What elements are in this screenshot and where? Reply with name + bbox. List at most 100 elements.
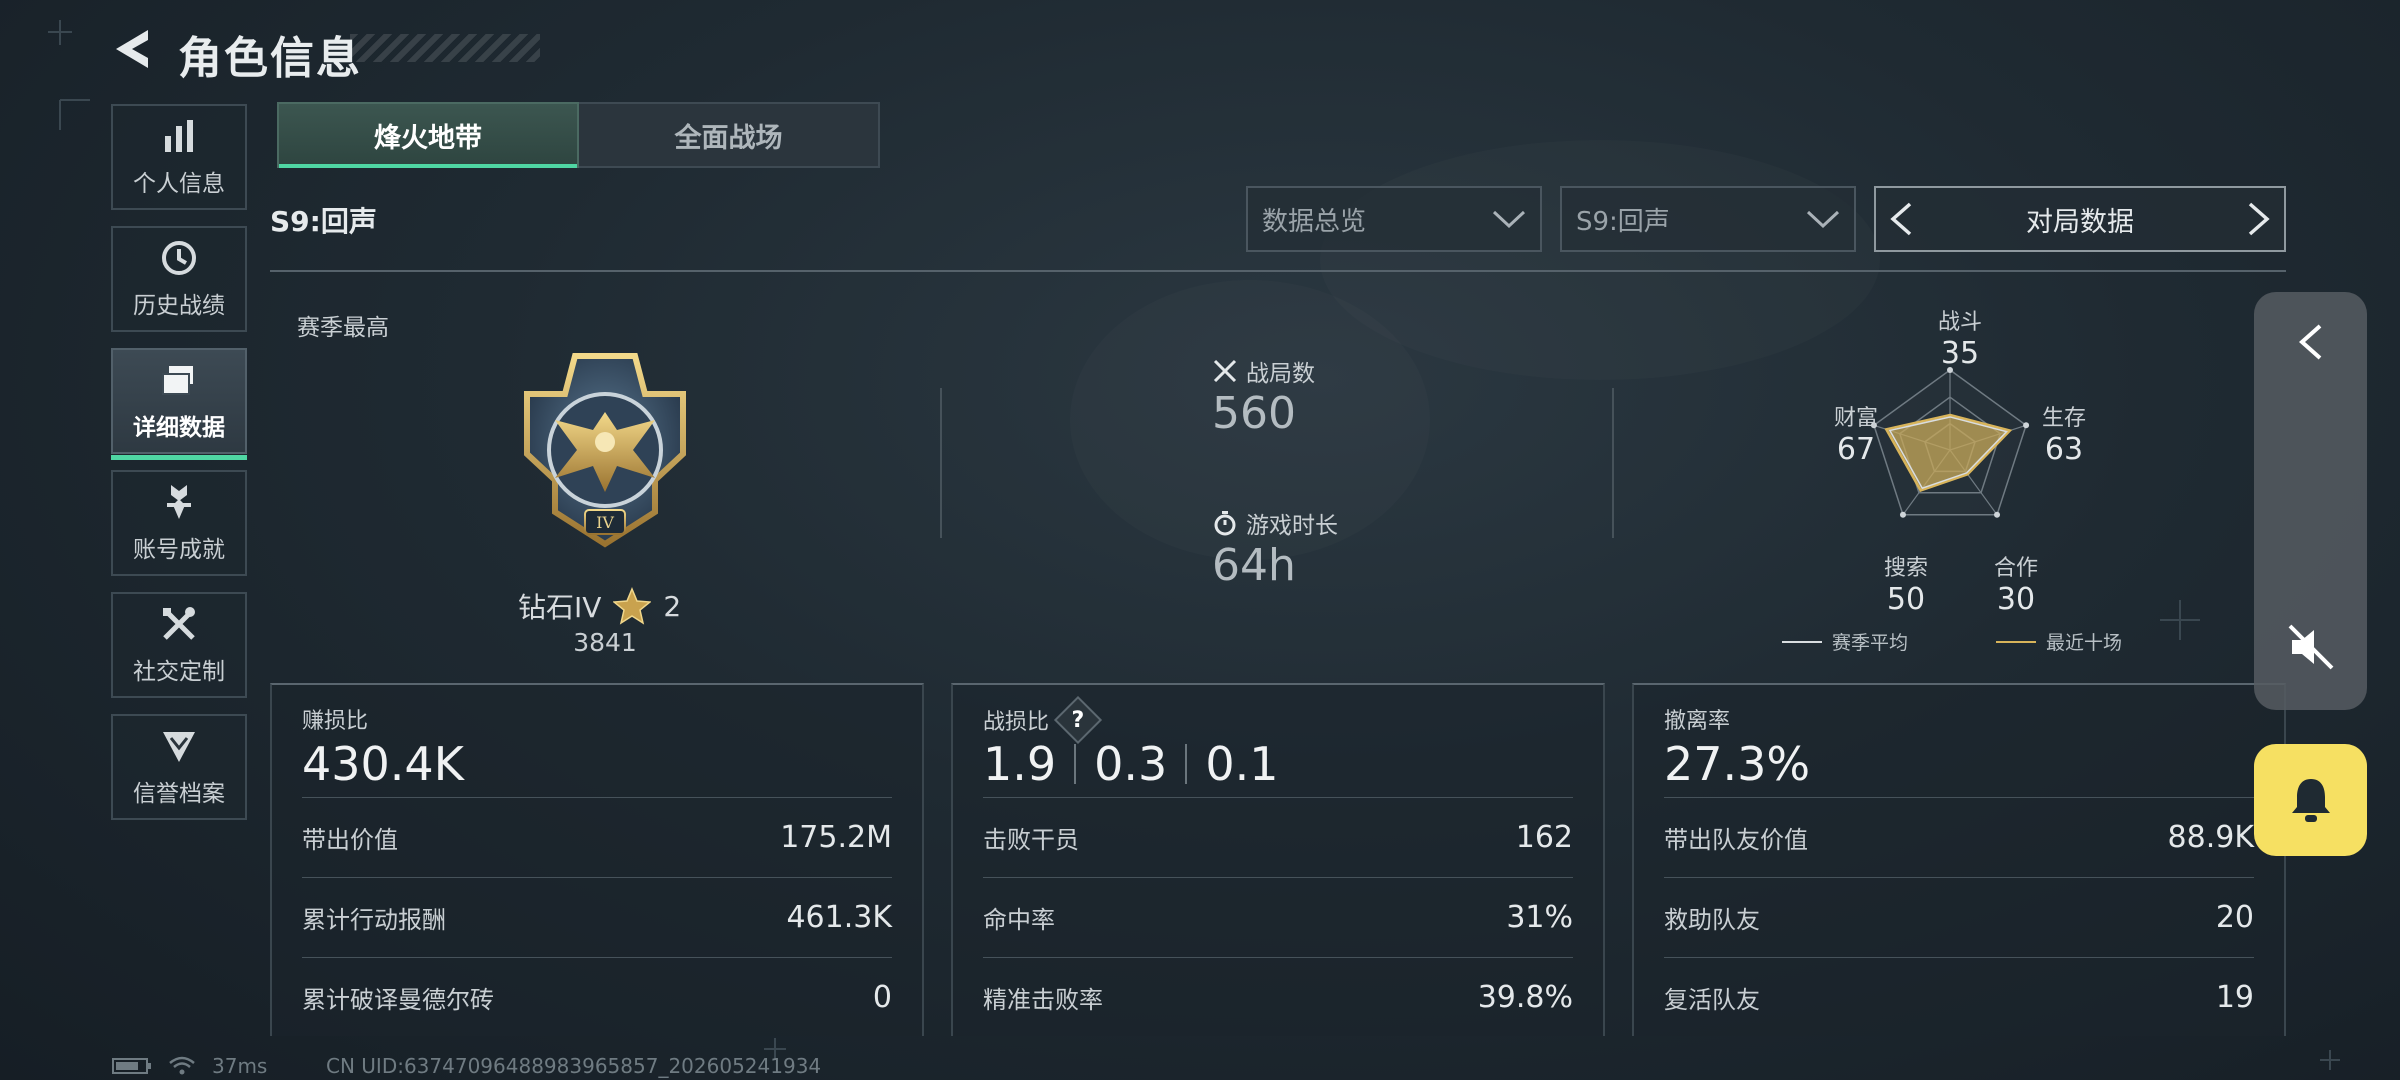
row-value: 461.3K (786, 900, 892, 935)
chevron-left-icon[interactable] (1888, 201, 1914, 237)
table-row: 命中率 31% (983, 877, 1573, 957)
dropdown-value: S9:回声 (1576, 206, 1670, 237)
radar-chart: 战斗 35 生存 63 合作 30 搜索 50 财富 67 (1780, 300, 2140, 620)
star-icon (613, 587, 652, 625)
radar-vertex-dot (2023, 422, 2030, 429)
row-value: 0 (872, 980, 892, 1015)
panel-title-group: 战损比 ? (983, 695, 1103, 745)
table-row: 击败干员 162 (983, 797, 1573, 877)
legend-label: 赛季平均 (1832, 632, 1909, 654)
back-arrow-icon (116, 30, 148, 68)
legend-label: 最近十场 (2046, 632, 2123, 654)
playtime-value: 64h (1212, 540, 1296, 591)
svg-text:IV: IV (596, 513, 614, 532)
page-title: 角色信息 (178, 33, 362, 84)
legend-swatch (1782, 640, 1822, 643)
radar-label-cooperation: 合作 (1993, 556, 2038, 581)
bar-chart-icon (165, 120, 193, 152)
radar-value-combat: 35 (1940, 336, 1980, 371)
table-row: 精准击败率 39.8% (983, 957, 1573, 1037)
radar-value-wealth: 67 (1836, 432, 1876, 467)
chevron-down-icon (1806, 210, 1840, 229)
bell-icon (2291, 779, 2330, 822)
radar-vertex-dot (1994, 511, 2001, 518)
radar-vertex-dot (1899, 511, 1906, 518)
row-key: 复活队友 (1664, 986, 1760, 1014)
battery-icon (112, 1058, 151, 1074)
table-row: 累计行动报酬 461.3K (302, 877, 892, 957)
panel-title: 战损比 (983, 710, 1050, 735)
row-key: 带出队友价值 (1664, 826, 1808, 854)
sidebar-item-label: 详细数据 (133, 415, 225, 441)
table-row: 带出价值 175.2M (302, 797, 892, 877)
mute-speaker-icon[interactable] (2286, 622, 2336, 672)
sidebar-item-social-custom[interactable]: 社交定制 (111, 592, 247, 698)
sidebar-item-credit-record[interactable]: 信誉档案 (111, 714, 247, 820)
rank-score: 3841 (573, 628, 637, 657)
value-separator (1185, 744, 1188, 784)
row-key: 累计破译曼德尔砖 (302, 986, 494, 1014)
notification-button[interactable] (2254, 744, 2367, 856)
kd-value-2: 0.3 (1094, 737, 1168, 791)
table-row: 复活队友 19 (1664, 957, 2254, 1037)
rank-stars: 2 (663, 589, 682, 623)
season-best-label: 赛季最高 (297, 315, 389, 341)
row-value: 19 (2215, 980, 2254, 1015)
playtime-label: 游戏时长 (1246, 513, 1338, 539)
panel-title: 撤离率 (1664, 709, 1731, 734)
rank-info: 钻石IV 2 (518, 586, 681, 626)
row-key: 累计行动报酬 (302, 906, 446, 934)
chevron-right-icon[interactable] (2246, 201, 2272, 237)
panel-big-value: 27.3% (1664, 737, 1811, 791)
matches-label: 战局数 (1246, 361, 1315, 387)
sidebar-item-label: 个人信息 (133, 171, 225, 197)
radar-value-search: 50 (1886, 582, 1926, 617)
crossed-swords-icon (1213, 359, 1237, 383)
wifi-icon (169, 1056, 195, 1075)
title-stripe-decoration (350, 34, 540, 62)
rank-name: 钻石IV (518, 591, 602, 624)
tools-icon (163, 607, 195, 640)
table-row: 累计破译曼德尔砖 0 (302, 957, 892, 1037)
medal-icon (167, 485, 191, 519)
sidebar-item-personal-info[interactable]: 个人信息 (111, 104, 247, 210)
radar-label-wealth: 财富 (1833, 406, 1878, 431)
extract-panel: 撤离率 27.3% 带出队友价值 88.9K 救助队友 20 复活队友 19 (1632, 683, 2286, 1036)
row-key: 救助队友 (1664, 906, 1760, 934)
row-value: 39.8% (1477, 980, 1573, 1015)
season-label: S9:回声 (270, 205, 377, 238)
shield-chevron-icon (163, 732, 195, 762)
panel-big-value: 430.4K (302, 737, 464, 791)
status-bar: 37ms (112, 1054, 267, 1078)
row-key: 击败干员 (983, 826, 1079, 854)
season-dropdown[interactable]: S9:回声 (1560, 186, 1856, 252)
sidebar-item-history[interactable]: 历史战绩 (111, 226, 247, 332)
radar-value-cooperation: 30 (1996, 582, 2036, 617)
chevron-down-icon (1492, 210, 1526, 229)
overview-dropdown[interactable]: 数据总览 (1246, 186, 1542, 252)
tab-full-battlefield[interactable]: 全面战场 (579, 102, 880, 168)
sidebar-item-achievements[interactable]: 账号成就 (111, 470, 247, 576)
table-row: 带出队友价值 88.9K (1664, 797, 2254, 877)
sidebar-item-label: 社交定制 (133, 659, 225, 685)
ping-value: 37ms (212, 1054, 268, 1078)
collapse-left-icon[interactable] (2290, 320, 2330, 364)
tab-fire-zone[interactable]: 烽火地带 (277, 102, 579, 168)
history-clock-icon (162, 241, 196, 275)
folders-icon (162, 366, 193, 395)
matches-stat: 战局数 560 (1212, 354, 1315, 439)
stopwatch-icon (1214, 511, 1236, 536)
combat-panel: 战损比 ? 1.9 0.3 0.1 击败干员 162 命中率 31% 精准击败率… (951, 683, 1605, 1036)
panel-title: 赚损比 (302, 709, 369, 734)
radar-label-combat: 战斗 (1937, 310, 1982, 335)
row-value: 162 (1515, 820, 1573, 855)
value-separator (1074, 744, 1077, 784)
sidebar-item-detailed-data[interactable]: 详细数据 (111, 348, 247, 460)
back-button[interactable] (108, 24, 158, 74)
sidebar-item-label: 历史战绩 (133, 293, 225, 319)
row-key: 带出价值 (302, 826, 398, 854)
user-uid: CN UID:63747096488983965857_202605241934 (326, 1054, 822, 1078)
mode-stepper: 对局数据 (1874, 186, 2286, 252)
legend-swatch (1996, 640, 2036, 643)
header-divider (270, 270, 2286, 272)
